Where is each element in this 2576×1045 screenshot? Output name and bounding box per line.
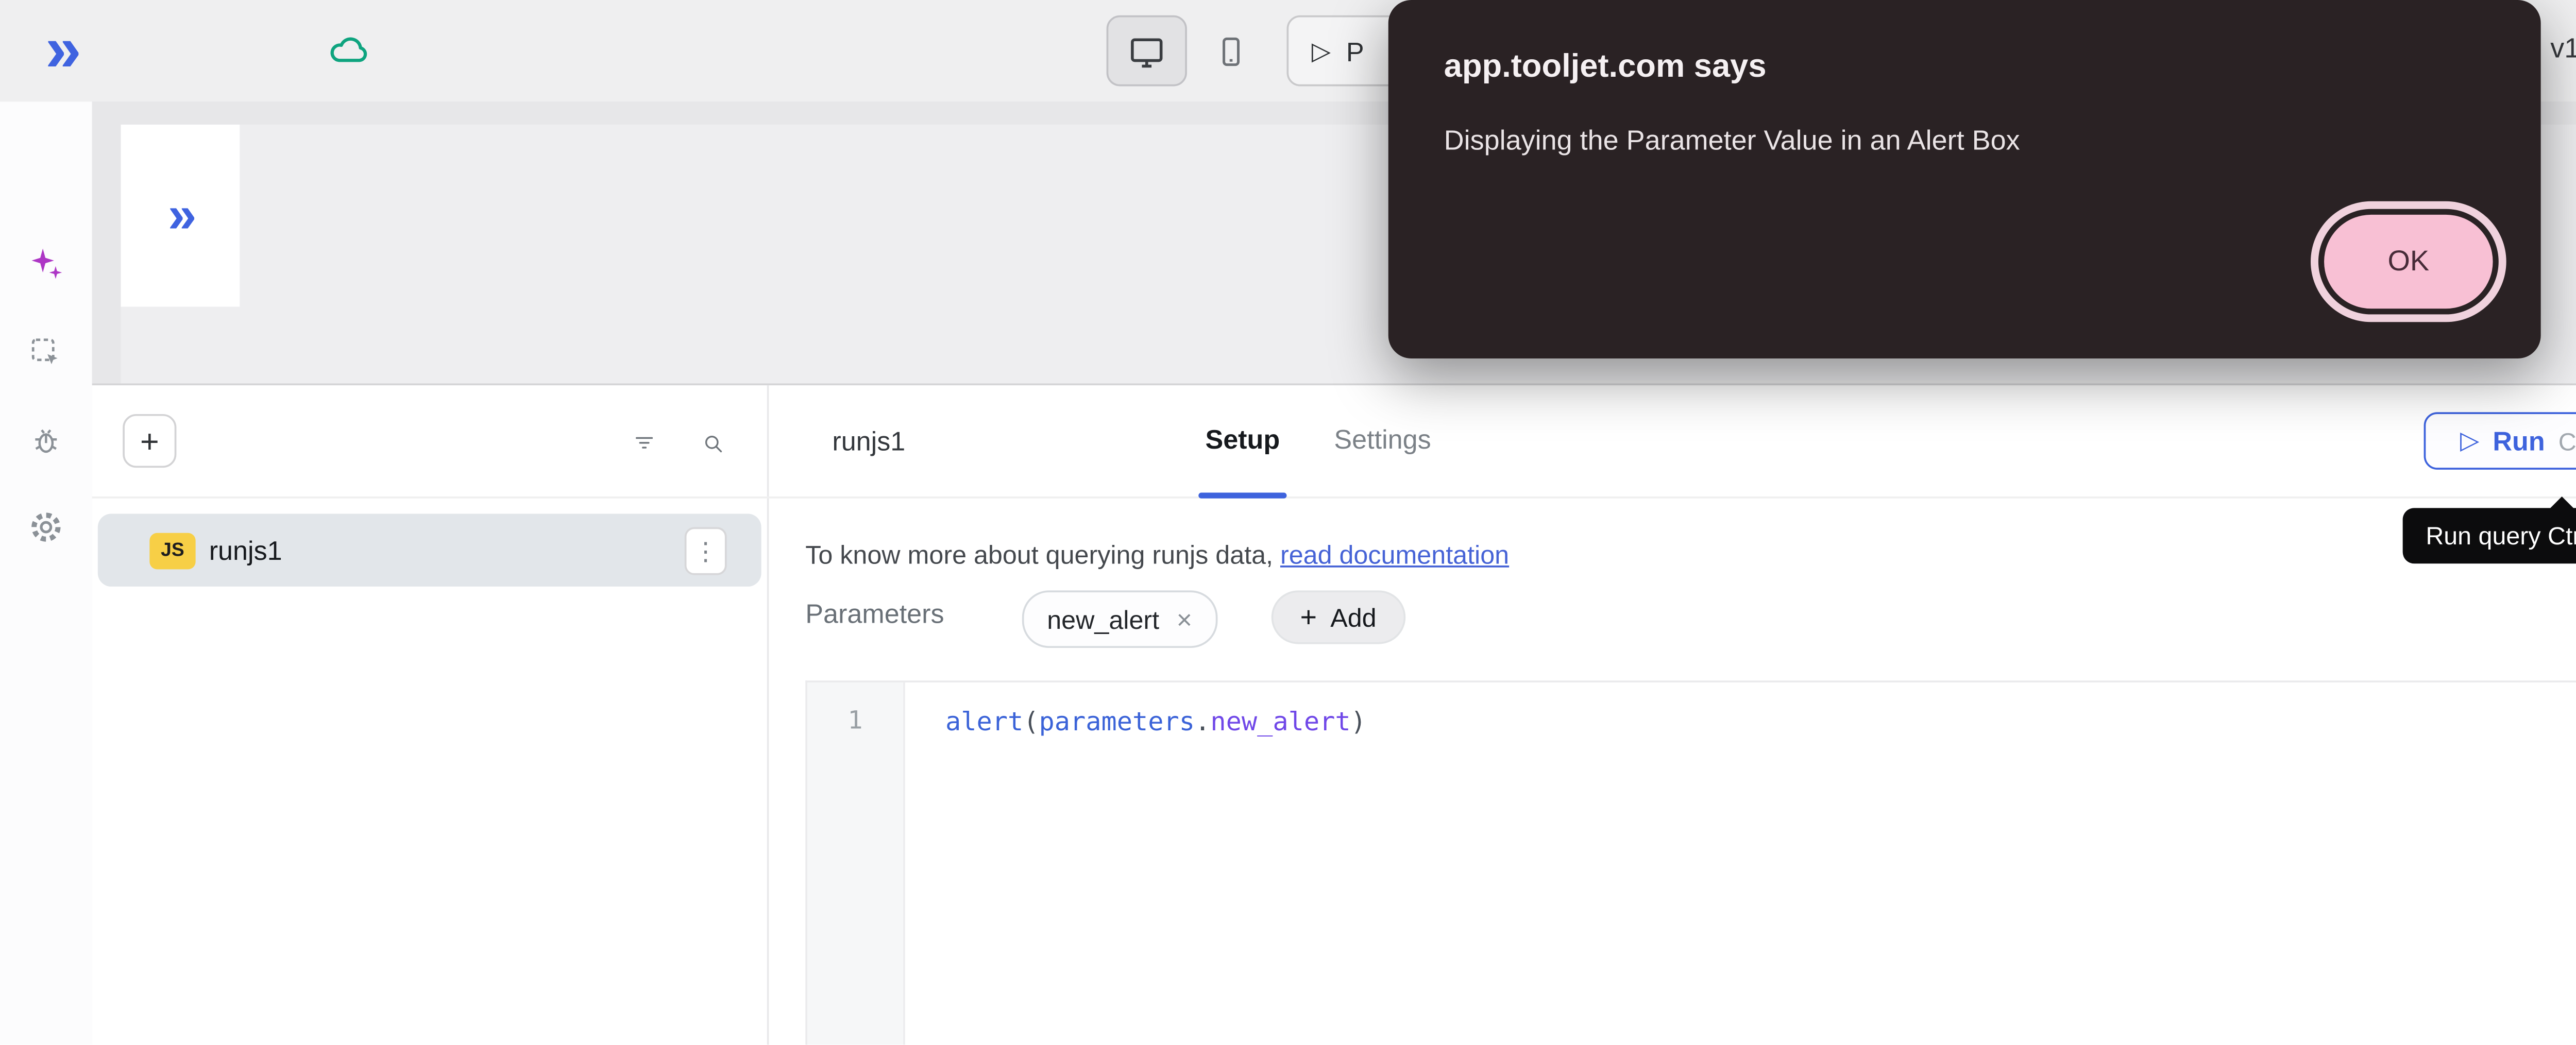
desktop-layout-button[interactable] (1107, 15, 1187, 87)
run-shortcut: Ctrl+Enter (2558, 426, 2576, 455)
play-icon: ▷ (1312, 36, 1331, 66)
tooljet-logo-glyph: » (45, 17, 78, 82)
code-token: new_alert (1210, 707, 1350, 738)
tooljet-logo-glyph: » (168, 186, 193, 245)
ai-button[interactable] (15, 234, 77, 295)
query-name: runjs1 (209, 535, 282, 566)
tooljet-logo[interactable]: » (19, 4, 104, 96)
mobile-layout-button[interactable] (1191, 15, 1271, 87)
tooltip-text: Run query Ctrl+Enter (2426, 521, 2576, 550)
code-editor[interactable]: 1 alert(parameters.new_alert) (805, 680, 2576, 1044)
line-number: 1 (807, 682, 903, 736)
tab-settings[interactable]: Settings (1323, 385, 1442, 494)
debugger-button[interactable] (15, 410, 77, 472)
query-editor-header: runjs1 Setup Settings ▷ Run Ctrl+Enter P… (767, 385, 2576, 499)
plus-icon: + (1300, 603, 1317, 632)
filter-icon (633, 424, 656, 462)
read-documentation-link[interactable]: read documentation (1280, 541, 1509, 570)
filter-queries-button[interactable] (621, 420, 667, 466)
monitor-icon (1128, 31, 1166, 70)
run-query-button[interactable]: ▷ Run Ctrl+Enter (2424, 412, 2576, 470)
run-label: Run (2493, 425, 2545, 456)
code-token: . (1195, 707, 1210, 738)
alert-title: app.tooljet.com says (1444, 48, 1767, 86)
inspector-icon (29, 335, 63, 370)
remove-parameter-icon[interactable]: × (1177, 606, 1192, 632)
layout-toggle (1107, 15, 1272, 87)
query-menu-button[interactable]: ⋮ (685, 527, 727, 575)
tooljet-app-builder: » ▷ P v1 Development (0, 0, 2576, 1044)
query-editor: runjs1 Setup Settings ▷ Run Ctrl+Enter P… (767, 385, 2576, 1044)
parameter-name: new_alert (1047, 605, 1159, 633)
tooltip-caret (2549, 496, 2575, 510)
add-parameter-button[interactable]: + Add (1272, 590, 1405, 644)
play-icon: ▷ (2460, 425, 2479, 456)
parameter-chip[interactable]: new_alert × (1022, 590, 1217, 648)
debugger-bug-icon (29, 424, 63, 458)
app-preview-label: P (1346, 36, 1364, 66)
run-query-tooltip: Run query Ctrl+Enter (2403, 508, 2576, 563)
query-list-item[interactable]: JS runjs1 ⋮ (98, 513, 761, 586)
help-text-body: To know more about querying runjs data, (805, 541, 1280, 570)
settings-button[interactable] (15, 496, 77, 558)
active-tab-underline (1198, 493, 1286, 499)
cloud-sync-icon (326, 29, 372, 84)
add-query-button[interactable]: + (123, 414, 176, 468)
alert-message: Displaying the Parameter Value in an Ale… (1444, 127, 2020, 158)
logo-image-widget[interactable]: » (121, 125, 240, 307)
code-token: alert (945, 707, 1023, 738)
js-badge: JS (149, 532, 195, 569)
query-title: runjs1 (832, 385, 905, 496)
search-queries-button[interactable] (690, 420, 736, 466)
mobile-icon (1214, 33, 1248, 68)
code-token: ( (1023, 707, 1039, 738)
query-list-header: + (92, 385, 767, 499)
code-line[interactable]: alert(parameters.new_alert) (945, 707, 1366, 738)
left-sidebar (0, 101, 94, 1044)
parameters-label: Parameters (805, 598, 944, 629)
query-list: + JS runjs1 ⋮ (92, 385, 769, 1044)
help-text: To know more about querying runjs data, … (805, 541, 1509, 570)
settings-gear-icon (27, 508, 65, 546)
code-token: ) (1351, 707, 1366, 738)
version-label[interactable]: v1 (2550, 0, 2576, 101)
browser-alert-dialog: app.tooljet.com says Displaying the Para… (1388, 0, 2541, 358)
inspector-button[interactable] (15, 322, 77, 383)
code-gutter: 1 (807, 682, 905, 1044)
add-parameter-label: Add (1330, 603, 1376, 632)
search-icon (702, 424, 725, 461)
ai-sparkle-icon (27, 245, 65, 283)
plus-icon: + (140, 424, 159, 457)
alert-ok-button[interactable]: OK (2324, 215, 2493, 309)
tab-setup[interactable]: Setup (1198, 385, 1286, 494)
query-panel: + JS runjs1 ⋮ runjs1 Setup Settings (92, 383, 2576, 1044)
code-token: parameters (1039, 707, 1195, 738)
